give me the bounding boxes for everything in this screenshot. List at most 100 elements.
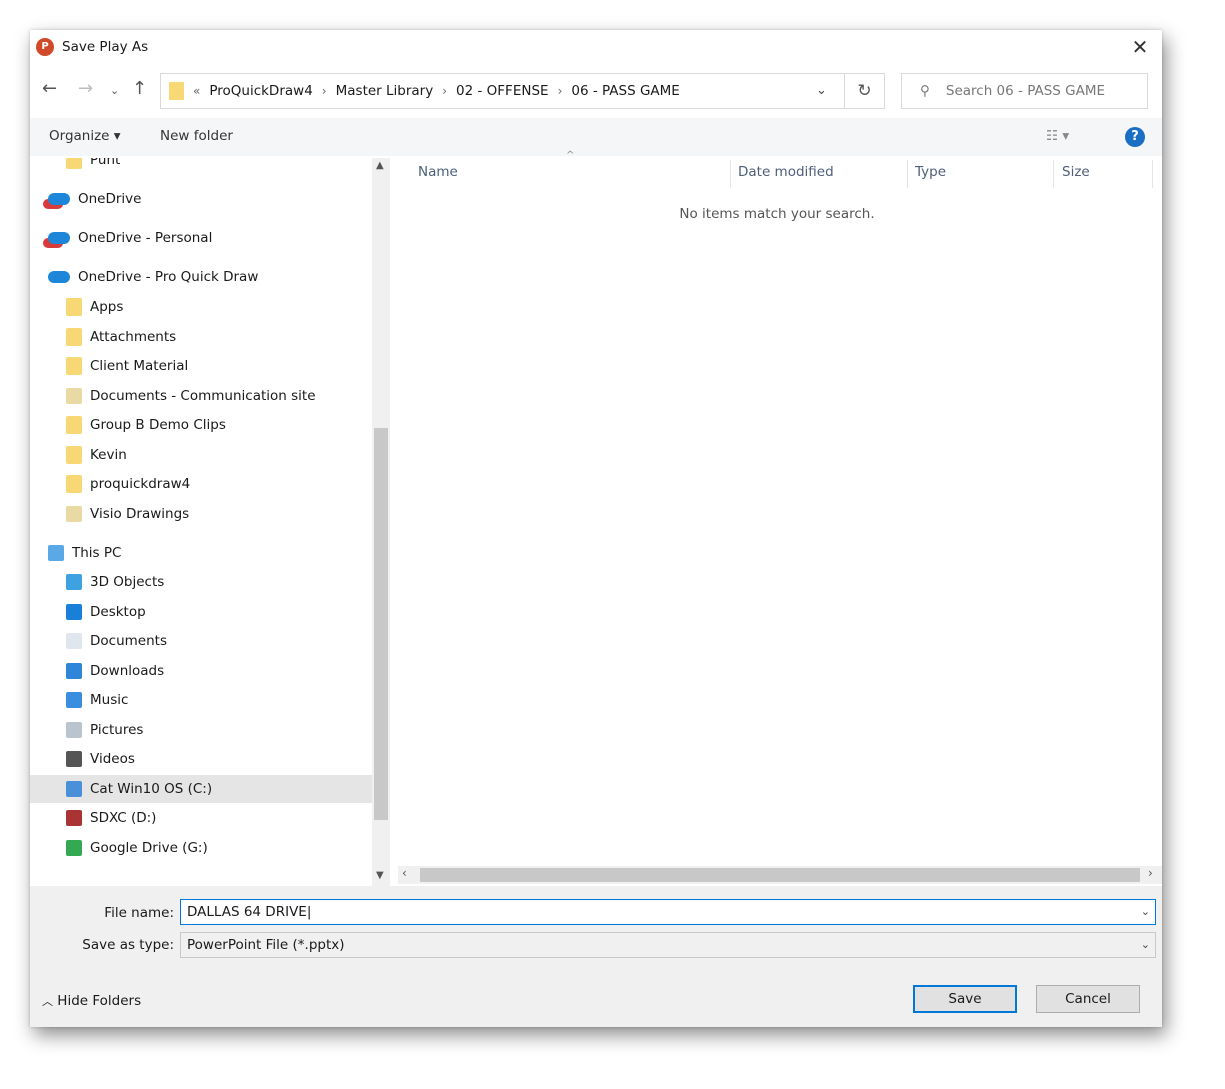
nav-item-label: Apps xyxy=(90,299,124,315)
nav-item[interactable]: Downloads xyxy=(30,657,372,685)
scroll-up-arrow[interactable]: ▲ xyxy=(376,160,384,171)
folder-icon xyxy=(66,416,82,434)
nav-item-label: Google Drive (G:) xyxy=(90,840,208,856)
horizontal-scrollbar-thumb[interactable] xyxy=(420,868,1140,882)
nav-item-label: proquickdraw4 xyxy=(90,476,191,492)
chevron-up-icon: ︿ xyxy=(42,995,53,1008)
nav-item[interactable]: OneDrive - Pro Quick Draw xyxy=(30,263,372,291)
nav-item-label: This PC xyxy=(72,545,122,561)
nav-item-label: Attachments xyxy=(90,329,177,345)
cancel-button[interactable]: Cancel xyxy=(1036,985,1140,1013)
nav-item[interactable]: Punt xyxy=(30,158,372,174)
navigation-pane: Punt OneDrive OneDrive - Personal OneDrive … xyxy=(30,158,372,886)
nav-item[interactable]: Client Material xyxy=(30,352,372,380)
organize-button[interactable]: Organize ▾ xyxy=(49,128,121,144)
nav-item-label: Documents - Communication site xyxy=(90,388,316,404)
empty-message: No items match your search. xyxy=(679,206,875,222)
chevron-down-icon[interactable]: ⌄ xyxy=(1141,900,1150,924)
file-name-input[interactable]: DALLAS 64 DRIVE| ⌄ xyxy=(180,899,1156,925)
breadcrumb-item[interactable]: Master Library xyxy=(336,83,434,99)
nav-item-label: OneDrive - Pro Quick Draw xyxy=(78,269,259,285)
help-button[interactable]: ? xyxy=(1125,127,1145,147)
nav-item[interactable]: Documents - Communication site xyxy=(30,382,372,410)
nav-item[interactable]: Kevin xyxy=(30,441,372,469)
nav-item[interactable]: Group B Demo Clips xyxy=(30,411,372,439)
nav-item[interactable]: Desktop xyxy=(30,598,372,626)
nav-item-label: Pictures xyxy=(90,722,144,738)
downloads-icon xyxy=(66,663,82,679)
chevron-down-icon[interactable]: ⌄ xyxy=(816,83,827,98)
nav-item-label: Group B Demo Clips xyxy=(90,417,226,433)
desktop-icon xyxy=(66,604,82,620)
onedrive-error-icon xyxy=(48,232,70,244)
forward-button[interactable]: → xyxy=(78,78,93,99)
save-dialog: P Save Play As ✕ ← → ⌄ ↑ « ProQuickDraw4… xyxy=(30,30,1162,1027)
search-icon: ⚲ xyxy=(920,83,930,99)
overflow-icon[interactable]: « xyxy=(193,84,200,98)
chevron-right-icon: › xyxy=(557,84,563,98)
view-options-icon[interactable]: ☷ ▾ xyxy=(1046,128,1069,144)
refresh-button[interactable]: ↻ xyxy=(845,73,885,109)
nav-item[interactable]: Visio Drawings xyxy=(30,500,372,528)
nav-item[interactable]: Google Drive (G:) xyxy=(30,834,372,862)
music-icon xyxy=(66,692,82,708)
chevron-down-icon[interactable]: ⌄ xyxy=(1141,933,1150,957)
close-button[interactable]: ✕ xyxy=(1126,34,1154,60)
address-bar[interactable]: « ProQuickDraw4 › Master Library › 02 - OF… xyxy=(160,73,845,109)
column-type[interactable]: Type xyxy=(915,158,946,186)
nav-item[interactable]: 3D Objects xyxy=(30,568,372,596)
hide-folders-button[interactable]: ︿ Hide Folders xyxy=(42,993,141,1009)
new-folder-button[interactable]: New folder xyxy=(160,128,233,144)
breadcrumb-item[interactable]: 02 - OFFENSE xyxy=(456,83,549,99)
nav-item[interactable]: Videos xyxy=(30,745,372,773)
nav-item[interactable]: Pictures xyxy=(30,716,372,744)
nav-item-label: Music xyxy=(90,692,129,708)
nav-item[interactable]: OneDrive xyxy=(30,185,372,213)
scroll-left-arrow[interactable]: ‹ xyxy=(402,866,407,880)
breadcrumb-item[interactable]: 06 - PASS GAME xyxy=(571,83,679,99)
nav-item[interactable]: Cat Win10 OS (C:) xyxy=(30,775,372,803)
recent-locations-button[interactable]: ⌄ xyxy=(110,84,119,97)
column-size[interactable]: Size xyxy=(1062,158,1090,186)
column-name[interactable]: Name xyxy=(418,158,458,186)
nav-scrollbar-thumb[interactable] xyxy=(374,428,388,820)
folder-icon xyxy=(66,158,82,169)
search-input[interactable]: ⚲ Search 06 - PASS GAME xyxy=(901,73,1148,109)
column-divider[interactable] xyxy=(1053,160,1054,188)
nav-item[interactable]: Apps xyxy=(30,293,372,321)
chevron-right-icon: › xyxy=(321,84,327,98)
hide-folders-label: Hide Folders xyxy=(57,993,142,1009)
documents-icon xyxy=(66,633,82,649)
folder-icon xyxy=(66,328,82,346)
onedrive-error-icon xyxy=(48,193,70,205)
nav-item[interactable]: SDXC (D:) xyxy=(30,804,372,832)
folder-icon xyxy=(66,446,82,464)
powerpoint-icon: P xyxy=(36,38,54,56)
nav-item-label: Desktop xyxy=(90,604,146,620)
breadcrumb-item[interactable]: ProQuickDraw4 xyxy=(209,83,312,99)
column-divider[interactable] xyxy=(730,160,731,188)
nav-item[interactable]: proquickdraw4 xyxy=(30,470,372,498)
scroll-right-arrow[interactable]: › xyxy=(1148,866,1153,880)
sd-card-icon xyxy=(66,810,82,826)
column-divider[interactable] xyxy=(1152,160,1153,188)
column-divider[interactable] xyxy=(907,160,908,188)
scroll-down-arrow[interactable]: ▼ xyxy=(376,870,384,881)
shared-folder-icon xyxy=(66,506,82,522)
save-as-type-label: Save as type: xyxy=(82,937,174,953)
up-button[interactable]: ↑ xyxy=(132,78,147,99)
nav-item[interactable]: Documents xyxy=(30,627,372,655)
back-button[interactable]: ← xyxy=(42,78,57,99)
nav-item[interactable]: This PC xyxy=(30,539,372,567)
save-as-type-select[interactable]: PowerPoint File (*.pptx) ⌄ xyxy=(180,932,1156,958)
save-as-type-value: PowerPoint File (*.pptx) xyxy=(187,937,345,953)
nav-item[interactable]: Attachments xyxy=(30,323,372,351)
nav-item[interactable]: Music xyxy=(30,686,372,714)
nav-item-label: Cat Win10 OS (C:) xyxy=(90,781,213,797)
folder-icon xyxy=(169,82,184,100)
chevron-right-icon: › xyxy=(442,84,448,98)
save-button[interactable]: Save xyxy=(913,985,1017,1013)
column-date-modified[interactable]: Date modified xyxy=(738,158,834,186)
nav-item[interactable]: OneDrive - Personal xyxy=(30,224,372,252)
pictures-icon xyxy=(66,722,82,738)
